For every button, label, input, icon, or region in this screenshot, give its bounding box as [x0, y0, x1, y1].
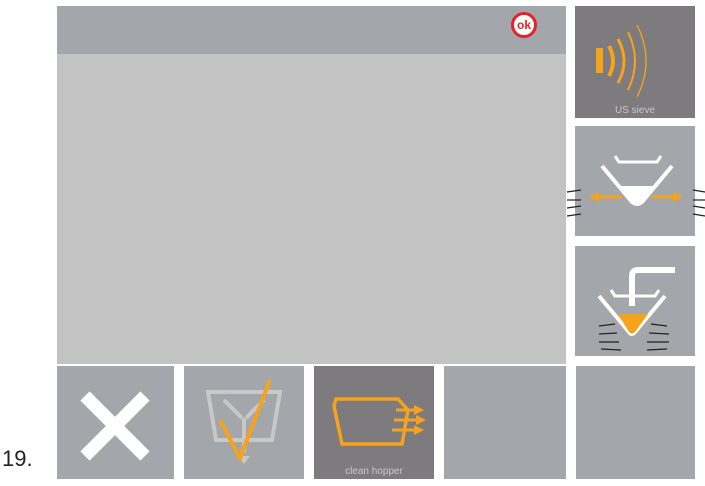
top-status-bar	[57, 6, 566, 54]
main-display-area	[57, 54, 566, 364]
clean-hopper-icon	[332, 397, 426, 446]
hopper-vibrate-fill-button[interactable]	[575, 246, 695, 356]
hopper-confirm-button[interactable]	[184, 366, 304, 479]
empty-bottom-button-4[interactable]	[444, 366, 566, 479]
clean-hopper-button[interactable]: clean hopper	[314, 366, 434, 479]
empty-bottom-button-5[interactable]	[576, 366, 695, 479]
hopper-vibrate-spread-icon	[566, 155, 705, 217]
us-sieve-button[interactable]: US sieve	[575, 6, 695, 118]
us-sieve-label: US sieve	[614, 105, 655, 116]
ok-status-icon: ok	[511, 12, 537, 38]
ultrasonic-sieve-icon	[596, 24, 647, 98]
step-number: 19.	[2, 446, 33, 471]
hopper-vibrate-spread-button[interactable]	[566, 126, 705, 236]
hopper-vibrate-fill-icon	[597, 267, 675, 351]
cancel-x-icon	[80, 391, 150, 461]
clean-hopper-label: clean hopper	[345, 466, 403, 477]
hopper-confirm-check-icon	[205, 379, 283, 464]
cancel-button[interactable]	[57, 366, 174, 479]
